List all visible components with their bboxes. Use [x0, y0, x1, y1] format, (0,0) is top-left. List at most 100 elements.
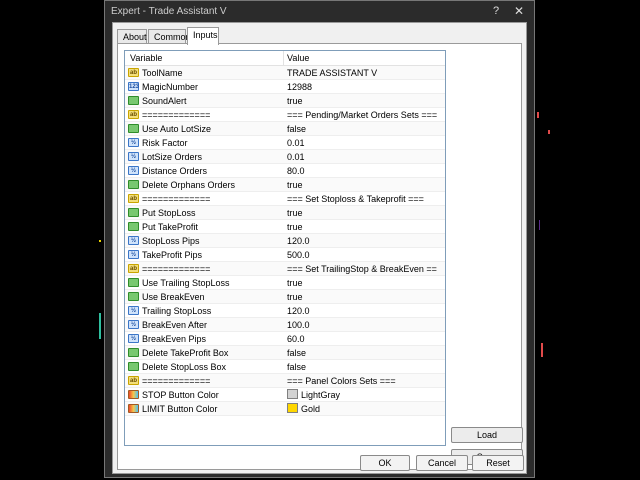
help-icon[interactable]: ? [488, 3, 504, 19]
table-row[interactable]: SoundAlert true [125, 94, 445, 108]
variable-name: Delete StopLoss Box [142, 362, 227, 372]
table-row[interactable]: Delete TakeProfit Box false [125, 346, 445, 360]
dialog-client: About Common Inputs Variable Value ab Too… [112, 22, 527, 474]
bool-icon [128, 124, 139, 133]
variable-value[interactable]: 0.01 [287, 150, 437, 164]
color-swatch-icon [287, 403, 298, 413]
variable-value[interactable]: TRADE ASSISTANT V [287, 66, 437, 80]
variable-value[interactable]: 100.0 [287, 318, 437, 332]
chart-candle [99, 240, 101, 242]
close-icon[interactable]: ✕ [510, 3, 528, 19]
cancel-button[interactable]: Cancel [416, 455, 468, 471]
table-row[interactable]: ½ Risk Factor 0.01 [125, 136, 445, 150]
variable-value[interactable]: true [287, 290, 437, 304]
chart-candle [99, 313, 101, 339]
color-icon [128, 390, 139, 399]
bool-icon [128, 278, 139, 287]
inputs-panel: Variable Value ab ToolName TRADE ASSISTANT… [117, 43, 523, 470]
variable-value[interactable]: 500.0 [287, 248, 437, 262]
variable-value[interactable]: true [287, 178, 437, 192]
variable-name: STOP Button Color [142, 390, 219, 400]
variable-value[interactable]: === Panel Colors Sets === [287, 374, 437, 388]
ok-button[interactable]: OK [360, 455, 410, 471]
table-row[interactable]: ½ LotSize Orders 0.01 [125, 150, 445, 164]
inputs-table[interactable]: Variable Value ab ToolName TRADE ASSISTANT… [124, 50, 446, 446]
table-row[interactable]: STOP Button Color LightGray [125, 388, 445, 402]
variable-value[interactable]: false [287, 360, 437, 374]
table-row[interactable]: Use Trailing StopLoss true [125, 276, 445, 290]
table-row[interactable]: ½ Distance Orders 80.0 [125, 164, 445, 178]
table-row[interactable]: Use Auto LotSize false [125, 122, 445, 136]
variable-name: ============= [142, 264, 211, 274]
variable-name: Delete TakeProfit Box [142, 348, 229, 358]
variable-name: BreakEven Pips [142, 334, 207, 344]
variable-name: ============= [142, 376, 211, 386]
bool-icon [128, 348, 139, 357]
variable-value[interactable]: false [287, 122, 437, 136]
table-row[interactable]: Delete Orphans Orders true [125, 178, 445, 192]
variable-name: SoundAlert [142, 96, 187, 106]
table-row[interactable]: Put TakeProfit true [125, 220, 445, 234]
variable-value[interactable]: 0.01 [287, 136, 437, 150]
variable-value[interactable]: true [287, 94, 437, 108]
string-icon: ab [128, 194, 139, 203]
variable-name: ============= [142, 110, 211, 120]
table-row[interactable]: Put StopLoss true [125, 206, 445, 220]
reset-button[interactable]: Reset [472, 455, 524, 471]
double-icon: ½ [128, 250, 139, 259]
chart-candle [548, 130, 550, 134]
table-row[interactable]: ½ TakeProfit Pips 500.0 [125, 248, 445, 262]
variable-value[interactable]: === Pending/Market Orders Sets === [287, 108, 437, 122]
chart-candle [541, 343, 543, 357]
table-row[interactable]: ½ Trailing StopLoss 120.0 [125, 304, 445, 318]
column-header-value[interactable]: Value [287, 51, 309, 65]
color-icon [128, 404, 139, 413]
table-row[interactable]: ½ StopLoss Pips 120.0 [125, 234, 445, 248]
variable-name: LIMIT Button Color [142, 404, 218, 414]
variable-value[interactable]: true [287, 276, 437, 290]
bool-icon [128, 292, 139, 301]
variable-value[interactable]: LightGray [287, 388, 437, 402]
table-row[interactable]: Delete StopLoss Box false [125, 360, 445, 374]
string-icon: ab [128, 376, 139, 385]
double-icon: ½ [128, 152, 139, 161]
column-divider[interactable] [283, 51, 284, 65]
variable-name: Trailing StopLoss [142, 306, 212, 316]
table-row[interactable]: LIMIT Button Color Gold [125, 402, 445, 416]
variable-name: Use Trailing StopLoss [142, 278, 230, 288]
table-row[interactable]: ab ============= === Pending/Market Orders… [125, 108, 445, 122]
variable-value[interactable]: 120.0 [287, 304, 437, 318]
chart-candle [539, 220, 540, 230]
variable-value[interactable]: === Set TrailingStop & BreakEven === [287, 262, 437, 276]
variable-value[interactable]: true [287, 220, 437, 234]
table-row[interactable]: ab ToolName TRADE ASSISTANT V [125, 66, 445, 80]
table-row[interactable]: ½ BreakEven Pips 60.0 [125, 332, 445, 346]
load-button[interactable]: Load [451, 427, 523, 443]
table-row[interactable]: ½ BreakEven After 100.0 [125, 318, 445, 332]
variable-value[interactable]: 80.0 [287, 164, 437, 178]
variable-value[interactable]: 60.0 [287, 332, 437, 346]
variable-name: StopLoss Pips [142, 236, 200, 246]
table-row[interactable]: ab ============= === Set TrailingStop & Br… [125, 262, 445, 276]
table-row[interactable]: ab ============= === Panel Colors Sets === [125, 374, 445, 388]
variable-value[interactable]: true [287, 206, 437, 220]
tab-common[interactable]: Common [148, 29, 191, 44]
bool-icon [128, 96, 139, 105]
color-swatch-icon [287, 389, 298, 399]
integer-icon: 123 [128, 82, 140, 91]
variable-value[interactable]: Gold [287, 402, 437, 416]
variable-value[interactable]: 12988 [287, 80, 437, 94]
tab-inputs[interactable]: Inputs [187, 27, 219, 45]
tab-about[interactable]: About [117, 29, 147, 44]
column-header-variable[interactable]: Variable [130, 51, 162, 65]
table-row[interactable]: 123 MagicNumber 12988 [125, 80, 445, 94]
table-row[interactable]: ab ============= === Set Stoploss & Takepr… [125, 192, 445, 206]
double-icon: ½ [128, 138, 139, 147]
double-icon: ½ [128, 236, 139, 245]
variable-value[interactable]: false [287, 346, 437, 360]
variable-value[interactable]: === Set Stoploss & Takeprofit === [287, 192, 437, 206]
color-value-label: Gold [301, 404, 321, 414]
dialog-titlebar[interactable]: Expert - Trade Assistant V ? ✕ [105, 1, 534, 23]
variable-value[interactable]: 120.0 [287, 234, 437, 248]
table-row[interactable]: Use BreakEven true [125, 290, 445, 304]
